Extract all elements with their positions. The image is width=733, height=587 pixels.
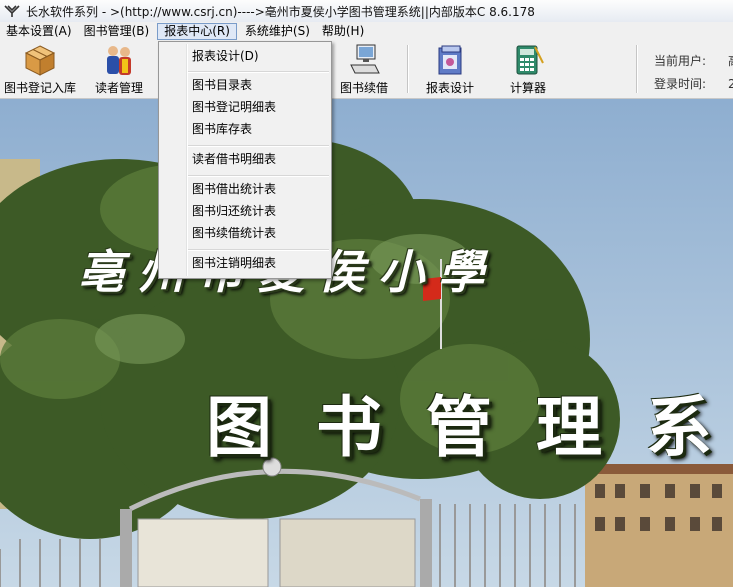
report-design-icon [433, 43, 467, 77]
book-register-detail-menu-item[interactable]: 图书登记明细表 [192, 97, 276, 117]
title-bar: 长水软件系列 - >(http://www.csrj.cn)---->亳州市夏侯… [0, 0, 733, 23]
window-title: 长水软件系列 - >(http://www.csrj.cn)---->亳州市夏侯… [26, 4, 535, 19]
current-user-label: 当前用户: [654, 54, 707, 68]
calculator-button[interactable]: 计算器 [502, 43, 554, 97]
menu-separator [188, 71, 329, 73]
calculator-label: 计算器 [509, 81, 546, 95]
toolbar-divider [636, 45, 638, 93]
book-register-button[interactable]: 图书登记入库 [2, 43, 78, 97]
menu-separator [188, 249, 329, 251]
book-catalog-menu-item[interactable]: 图书目录表 [192, 75, 252, 95]
menu-report-center[interactable]: 报表中心(R) [157, 23, 237, 40]
book-lend-stats-menu-item[interactable]: 图书借出统计表 [192, 179, 276, 199]
reader-management-label: 读者管理 [94, 81, 143, 95]
book-cancel-detail-menu-item[interactable]: 图书注销明细表 [192, 253, 276, 273]
system-name-caption: 图书管理系 [206, 388, 733, 466]
calculator-icon [511, 43, 545, 77]
menu-separator [188, 175, 329, 177]
book-inventory-menu-item[interactable]: 图书库存表 [192, 119, 252, 139]
user-info-panel: 当前用户: 高 登录时间: 2 [654, 50, 733, 96]
report-design-button[interactable]: 报表设计 [420, 43, 480, 97]
box-icon [23, 43, 57, 77]
book-renew-label: 图书续借 [339, 81, 388, 95]
menu-system-maintenance[interactable]: 系统维护(S) [239, 23, 316, 40]
menu-separator [188, 145, 329, 147]
login-time-label: 登录时间: [654, 77, 707, 91]
background-photo: 亳州市夏侯小學 图书管理系 [0, 99, 733, 587]
menu-help[interactable]: 帮助(H) [316, 23, 370, 40]
app-logo-icon [4, 3, 20, 19]
report-design-label: 报表设计 [425, 81, 474, 95]
report-center-menu: 报表设计(D) 图书目录表 图书登记明细表 图书库存表 读者借书明细表 图书借出… [158, 41, 332, 279]
toolbar-divider [407, 45, 409, 93]
book-renew-stats-menu-item[interactable]: 图书续借统计表 [192, 223, 276, 243]
menu-gutter [186, 44, 188, 276]
book-renew-button[interactable]: 图书续借 [334, 43, 394, 97]
report-design-menu-item[interactable]: 报表设计(D) [192, 46, 259, 66]
book-register-label: 图书登记入库 [3, 81, 76, 95]
reader-management-button[interactable]: 读者管理 [88, 43, 150, 97]
menu-basic-settings[interactable]: 基本设置(A) [0, 23, 78, 40]
login-time-value: 2 [728, 77, 733, 91]
computer-icon [347, 43, 381, 77]
menu-book-management[interactable]: 图书管理(B) [78, 23, 156, 40]
current-user-value: 高 [728, 54, 733, 68]
menu-bar: 基本设置(A) 图书管理(B) 报表中心(R) 系统维护(S) 帮助(H) [0, 22, 733, 42]
reader-borrow-detail-menu-item[interactable]: 读者借书明细表 [192, 149, 276, 169]
campus-scene [0, 99, 733, 587]
toolbar: 图书登记入库 读者管理 图书续借 报表设计 计算器 [0, 41, 733, 99]
readers-icon [102, 43, 136, 77]
book-return-stats-menu-item[interactable]: 图书归还统计表 [192, 201, 276, 221]
